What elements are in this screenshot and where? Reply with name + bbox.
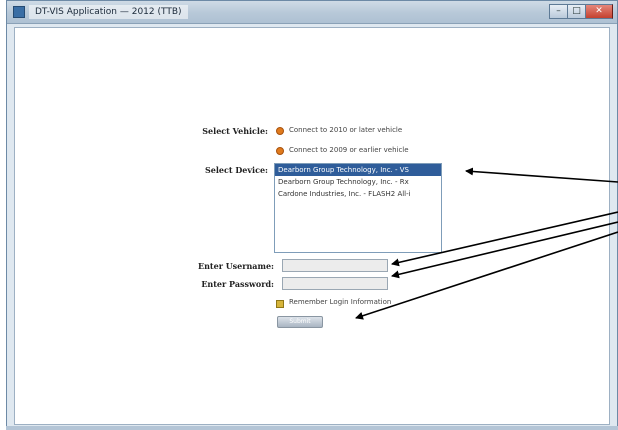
- remember-login-label[interactable]: Remember Login Information: [289, 298, 391, 306]
- vehicle-option-2009-radio[interactable]: [276, 147, 284, 155]
- username-label: Enter Username:: [198, 261, 274, 271]
- app-icon: [13, 6, 25, 18]
- close-button[interactable]: ✕: [585, 4, 613, 19]
- vehicle-option-2009-label[interactable]: Connect to 2009 or earlier vehicle: [289, 146, 409, 154]
- username-field[interactable]: [282, 259, 388, 272]
- password-label: Enter Password:: [201, 279, 274, 289]
- select-vehicle-label: Select Vehicle:: [202, 126, 268, 136]
- device-item-cardone-flash2[interactable]: Cardone Industries, Inc. - FLASH2 All-i: [275, 188, 441, 200]
- device-item-dearborn-rx[interactable]: Dearborn Group Technology, Inc. - Rx: [275, 176, 441, 188]
- title-bar[interactable]: DT-VIS Application — 2012 (TTB) – □ ✕: [7, 1, 617, 24]
- vehicle-option-2010-radio[interactable]: [276, 127, 284, 135]
- maximize-button[interactable]: □: [567, 4, 585, 19]
- window-controls: – □ ✕: [549, 4, 613, 19]
- password-field[interactable]: [282, 277, 388, 290]
- device-listbox[interactable]: Dearborn Group Technology, Inc. - VS Dea…: [274, 163, 442, 253]
- window-bottom-edge: [6, 426, 618, 430]
- window-title: DT-VIS Application — 2012 (TTB): [29, 5, 188, 19]
- submit-button[interactable]: Submit: [277, 316, 323, 328]
- device-item-dearborn-vs[interactable]: Dearborn Group Technology, Inc. - VS: [275, 164, 441, 176]
- minimize-button[interactable]: –: [549, 4, 567, 19]
- vehicle-option-2010-label[interactable]: Connect to 2010 or later vehicle: [289, 126, 402, 134]
- remember-login-checkbox[interactable]: [276, 300, 284, 308]
- select-device-label: Select Device:: [205, 165, 268, 175]
